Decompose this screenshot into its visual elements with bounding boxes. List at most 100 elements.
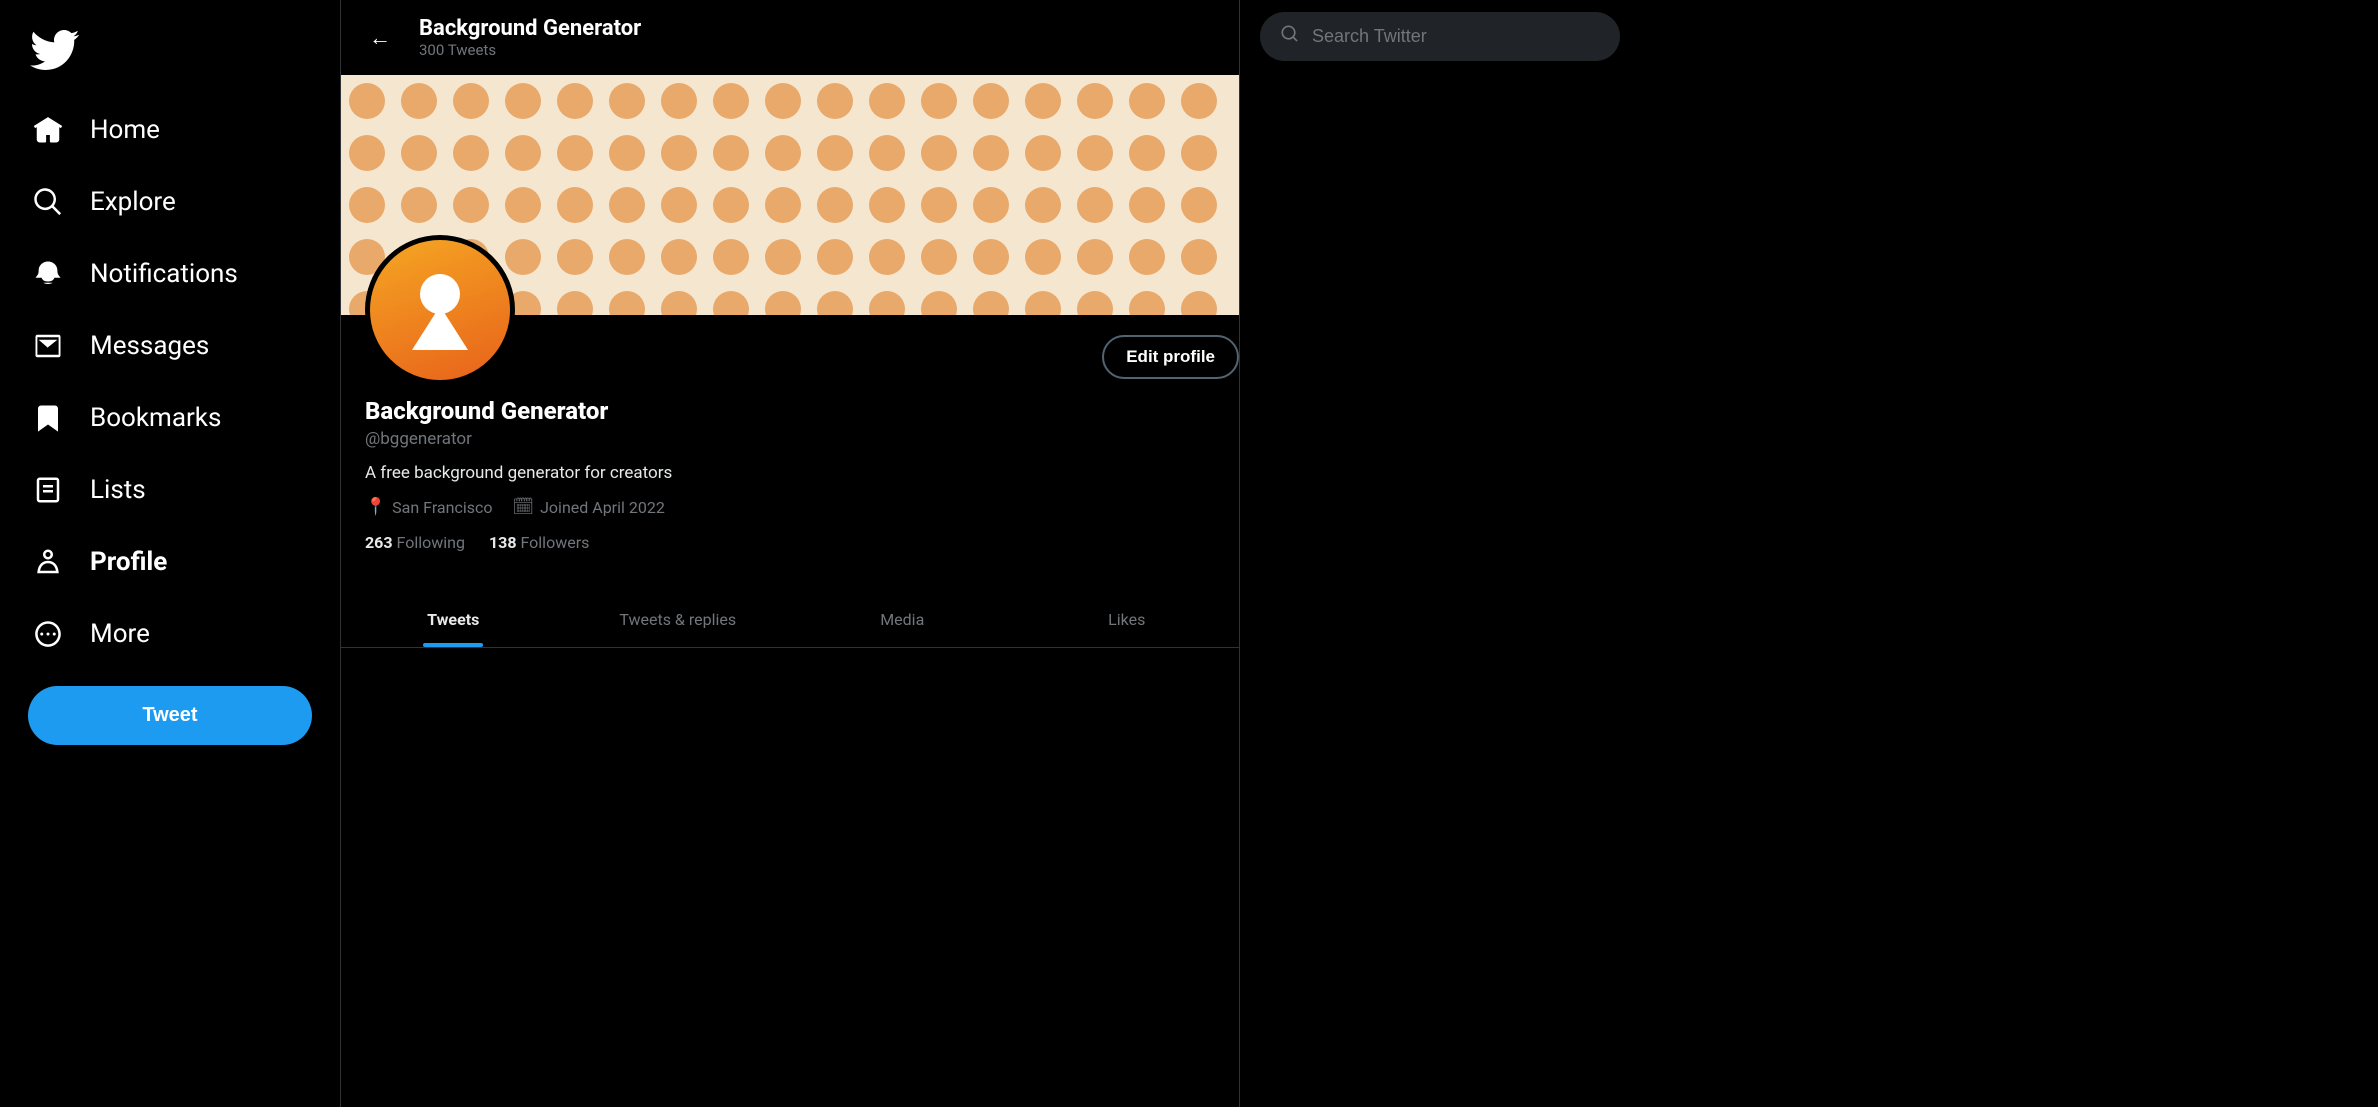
banner-dot <box>765 239 801 275</box>
tab-media[interactable]: Media <box>790 592 1015 647</box>
sidebar-item-notifications-label: Notifications <box>90 259 238 289</box>
banner-dot <box>921 187 957 223</box>
avatar-triangle <box>412 306 468 350</box>
banner-dot <box>817 187 853 223</box>
banner-dot <box>765 187 801 223</box>
back-button[interactable]: ← <box>361 17 399 59</box>
banner-dot <box>1025 239 1061 275</box>
banner-dot <box>817 291 853 315</box>
avatar-container <box>365 235 515 385</box>
profile-handle: @bggenerator <box>365 429 1215 449</box>
search-icon <box>1280 24 1300 49</box>
header-title-block: Background Generator 300 Tweets <box>419 16 641 59</box>
sidebar-item-bookmarks[interactable]: Bookmarks <box>16 384 324 452</box>
sidebar-item-messages[interactable]: Messages <box>16 312 324 380</box>
main-content: ← Background Generator 300 Tweets Edit p… <box>340 0 1240 1107</box>
tab-likes[interactable]: Likes <box>1015 592 1240 647</box>
banner-dot <box>401 187 437 223</box>
banner-dot <box>973 135 1009 171</box>
profile-tabs: Tweets Tweets & replies Media Likes <box>341 592 1239 648</box>
tab-tweets-replies[interactable]: Tweets & replies <box>566 592 791 647</box>
banner-dot <box>1181 291 1217 315</box>
banner-dot <box>609 239 645 275</box>
banner-dot <box>661 291 697 315</box>
banner-dot <box>661 135 697 171</box>
banner-dot <box>1129 291 1165 315</box>
banner-dot <box>349 83 385 119</box>
banner-dot <box>349 135 385 171</box>
sidebar-item-bookmarks-label: Bookmarks <box>90 403 221 433</box>
banner-dot <box>1077 135 1113 171</box>
followers-stat[interactable]: 138 Followers <box>489 533 589 552</box>
tweet-button[interactable]: Tweet <box>28 686 312 745</box>
banner-dot <box>713 291 749 315</box>
right-sidebar <box>1240 0 1640 1107</box>
banner-dot <box>1077 291 1113 315</box>
profile-location: 📍 San Francisco <box>365 497 493 517</box>
banner-dot <box>869 187 905 223</box>
followers-label: Followers <box>520 533 589 552</box>
banner-dot <box>401 83 437 119</box>
banner-dot <box>661 239 697 275</box>
profile-joined: 🗓 Joined April 2022 <box>513 497 665 517</box>
sidebar-item-lists[interactable]: Lists <box>16 456 324 524</box>
banner-dot <box>557 239 593 275</box>
banner-dot <box>661 187 697 223</box>
banner-dot <box>557 291 593 315</box>
sidebar-item-profile[interactable]: Profile <box>16 528 324 596</box>
banner-dot <box>921 291 957 315</box>
sidebar-item-notifications[interactable]: Notifications <box>16 240 324 308</box>
search-input[interactable] <box>1312 26 1600 47</box>
search-bar[interactable] <box>1260 12 1620 61</box>
profile-section: Edit profile Background Generator @bggen… <box>341 315 1239 592</box>
following-count: 263 <box>365 533 393 552</box>
sidebar-item-home[interactable]: Home <box>16 96 324 164</box>
sidebar-item-more[interactable]: More <box>16 600 324 668</box>
more-icon <box>30 616 66 652</box>
following-stat[interactable]: 263 Following <box>365 533 465 552</box>
banner-dot <box>609 187 645 223</box>
banner-dot <box>1129 135 1165 171</box>
profile-header-bar: ← Background Generator 300 Tweets <box>341 0 1239 75</box>
profile-display-name: Background Generator <box>365 397 1215 425</box>
banner-dot <box>1129 83 1165 119</box>
banner-dot <box>921 83 957 119</box>
followers-count: 138 <box>489 533 517 552</box>
banner-dot <box>1181 83 1217 119</box>
sidebar: Home Explore Notifications Messages Book… <box>0 0 340 1107</box>
banner-dot <box>869 291 905 315</box>
profile-bio: A free background generator for creators <box>365 463 1215 483</box>
banner-dot <box>713 239 749 275</box>
banner-dot <box>1077 239 1113 275</box>
banner-dot <box>609 135 645 171</box>
calendar-icon: 🗓 <box>513 497 535 517</box>
banner-dot <box>453 187 489 223</box>
banner-dot <box>921 239 957 275</box>
sidebar-item-explore[interactable]: Explore <box>16 168 324 236</box>
sidebar-item-more-label: More <box>90 619 150 649</box>
banner-dot <box>765 135 801 171</box>
avatar-image-icon <box>400 270 480 350</box>
banner-dot <box>1181 135 1217 171</box>
banner-dot <box>453 83 489 119</box>
lists-icon <box>30 472 66 508</box>
banner-dot <box>1181 239 1217 275</box>
profile-joined-text: Joined April 2022 <box>540 498 665 517</box>
tab-tweets[interactable]: Tweets <box>341 592 566 647</box>
explore-icon <box>30 184 66 220</box>
sidebar-item-messages-label: Messages <box>90 331 209 361</box>
twitter-logo[interactable] <box>16 10 324 90</box>
header-profile-name: Background Generator <box>419 16 641 41</box>
banner-dot <box>1181 187 1217 223</box>
banner-dot <box>609 83 645 119</box>
banner-dot <box>557 135 593 171</box>
banner-dot <box>765 291 801 315</box>
banner-dot <box>921 135 957 171</box>
banner-dot <box>973 291 1009 315</box>
profile-location-text: San Francisco <box>392 498 492 517</box>
edit-profile-button[interactable]: Edit profile <box>1102 335 1239 379</box>
banner-dot <box>609 291 645 315</box>
banner-dot <box>453 135 489 171</box>
banner-dot <box>1025 135 1061 171</box>
person-icon <box>30 544 66 580</box>
